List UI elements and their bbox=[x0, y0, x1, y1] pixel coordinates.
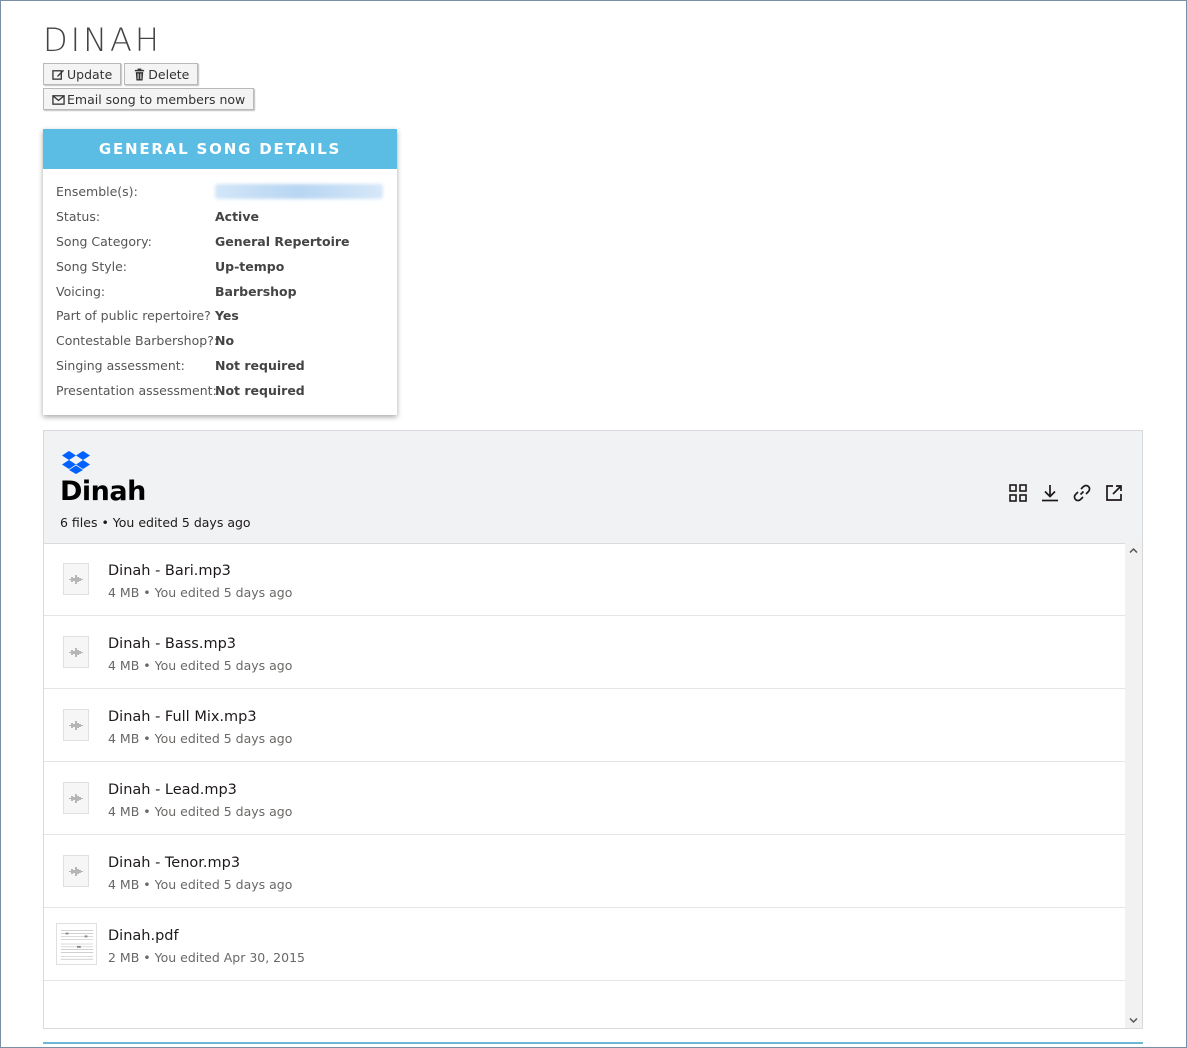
copy-link-button[interactable] bbox=[1072, 483, 1092, 503]
detail-label: Status: bbox=[56, 208, 101, 224]
detail-value: Active bbox=[215, 208, 259, 224]
detail-value: Yes bbox=[215, 308, 239, 324]
audio-file-icon bbox=[63, 636, 89, 668]
detail-value: No bbox=[215, 333, 235, 349]
update-button-label: Update bbox=[67, 66, 113, 82]
file-meta: 2 MB • You edited Apr 30, 2015 bbox=[108, 950, 305, 965]
envelope-icon bbox=[52, 94, 65, 105]
file-meta: 4 MB • You edited 5 days ago bbox=[108, 804, 293, 819]
file-name: Dinah.pdf bbox=[108, 928, 179, 944]
details-list: Ensemble(s): Status: Active Song Categor… bbox=[43, 169, 397, 403]
file-meta: 4 MB • You edited 5 days ago bbox=[108, 731, 293, 746]
page-title: DINAH bbox=[43, 21, 162, 59]
email-song-button-label: Email song to members now bbox=[67, 91, 246, 107]
detail-value: Up-tempo bbox=[215, 258, 285, 274]
file-name: Dinah - Tenor.mp3 bbox=[108, 855, 241, 871]
file-list-scrollbar[interactable] bbox=[1125, 543, 1142, 1028]
file-name: Dinah - Bass.mp3 bbox=[108, 636, 237, 652]
update-button[interactable]: Update bbox=[43, 63, 122, 85]
detail-row-voicing: Voicing: Barbershop bbox=[56, 279, 384, 304]
chevron-up-icon[interactable] bbox=[1128, 545, 1139, 556]
pdf-thumbnail-icon bbox=[56, 923, 97, 965]
action-buttons: Update Delete bbox=[43, 63, 1143, 85]
download-icon bbox=[1042, 485, 1058, 502]
dropbox-embed: Dinah 6 files • You edited 5 days ago Di… bbox=[43, 430, 1143, 1029]
dropbox-logo-icon bbox=[62, 451, 90, 474]
file-meta: 4 MB • You edited 5 days ago bbox=[108, 877, 293, 892]
detail-row-status: Status: Active bbox=[56, 204, 384, 229]
delete-button-label: Delete bbox=[148, 66, 190, 82]
detail-row-contestable: Contestable Barbershop?: No bbox=[56, 328, 384, 353]
details-header: GENERAL SONG DETAILS bbox=[43, 129, 397, 169]
folder-actions bbox=[1008, 483, 1124, 503]
detail-label: Contestable Barbershop?: bbox=[56, 333, 219, 349]
file-name: Dinah - Bari.mp3 bbox=[108, 563, 231, 579]
detail-value: Not required bbox=[215, 383, 305, 399]
detail-label: Voicing: bbox=[56, 283, 106, 299]
file-row[interactable]: Dinah - Full Mix.mp3 4 MB • You edited 5… bbox=[44, 689, 1125, 762]
section-divider bbox=[43, 1042, 1143, 1044]
detail-label: Ensemble(s): bbox=[56, 183, 138, 199]
detail-row-singing: Singing assessment: Not required bbox=[56, 353, 384, 378]
file-row[interactable]: Dinah - Tenor.mp3 4 MB • You edited 5 da… bbox=[44, 835, 1125, 908]
file-name: Dinah - Lead.mp3 bbox=[108, 782, 237, 798]
audio-file-icon bbox=[63, 709, 89, 741]
file-list: Dinah - Bari.mp3 4 MB • You edited 5 day… bbox=[44, 543, 1125, 1028]
detail-row-category: Song Category: General Repertoire bbox=[56, 229, 384, 254]
email-row: Email song to members now bbox=[43, 88, 1143, 110]
detail-value: Barbershop bbox=[215, 283, 297, 299]
detail-value: General Repertoire bbox=[215, 233, 350, 249]
email-song-button[interactable]: Email song to members now bbox=[43, 88, 255, 110]
detail-row-public: Part of public repertoire? Yes bbox=[56, 303, 384, 328]
grid-icon bbox=[1009, 484, 1027, 502]
general-song-details-card: GENERAL SONG DETAILS Ensemble(s): Status… bbox=[43, 129, 397, 415]
detail-label: Part of public repertoire? bbox=[56, 308, 211, 324]
external-link-icon bbox=[1106, 485, 1122, 501]
link-icon bbox=[1073, 484, 1091, 502]
file-row[interactable]: Dinah.pdf 2 MB • You edited Apr 30, 2015 bbox=[44, 908, 1125, 981]
detail-value: Not required bbox=[215, 358, 305, 374]
audio-file-icon bbox=[63, 563, 89, 595]
audio-file-icon bbox=[63, 782, 89, 814]
grid-view-button[interactable] bbox=[1008, 483, 1028, 503]
detail-label: Song Style: bbox=[56, 258, 128, 274]
file-name: Dinah - Full Mix.mp3 bbox=[108, 709, 257, 725]
folder-title: Dinah bbox=[60, 476, 146, 507]
dropbox-header: Dinah 6 files • You edited 5 days ago bbox=[44, 431, 1142, 544]
detail-row-style: Song Style: Up-tempo bbox=[56, 254, 384, 279]
detail-label: Presentation assessment: bbox=[56, 383, 217, 399]
chevron-down-icon[interactable] bbox=[1128, 1015, 1139, 1026]
delete-button[interactable]: Delete bbox=[124, 63, 199, 85]
song-page: DINAH Update Delete Email song to member… bbox=[43, 18, 1143, 1029]
file-row[interactable]: Dinah - Bari.mp3 4 MB • You edited 5 day… bbox=[44, 543, 1125, 616]
file-meta: 4 MB • You edited 5 days ago bbox=[108, 658, 293, 673]
open-in-dropbox-button[interactable] bbox=[1104, 483, 1124, 503]
edit-icon bbox=[52, 69, 65, 80]
file-row[interactable]: Dinah - Bass.mp3 4 MB • You edited 5 day… bbox=[44, 616, 1125, 689]
download-button[interactable] bbox=[1040, 483, 1060, 503]
folder-subtitle: 6 files • You edited 5 days ago bbox=[60, 515, 251, 530]
detail-row-presentation: Presentation assessment: Not required bbox=[56, 378, 384, 403]
audio-file-icon bbox=[63, 855, 89, 887]
ensemble-link-redacted[interactable] bbox=[215, 183, 383, 199]
detail-label: Singing assessment: bbox=[56, 358, 185, 374]
detail-row-ensembles: Ensemble(s): bbox=[56, 179, 384, 204]
detail-label: Song Category: bbox=[56, 233, 152, 249]
file-row[interactable]: Dinah - Lead.mp3 4 MB • You edited 5 day… bbox=[44, 762, 1125, 835]
trash-icon bbox=[135, 68, 145, 80]
file-meta: 4 MB • You edited 5 days ago bbox=[108, 585, 293, 600]
